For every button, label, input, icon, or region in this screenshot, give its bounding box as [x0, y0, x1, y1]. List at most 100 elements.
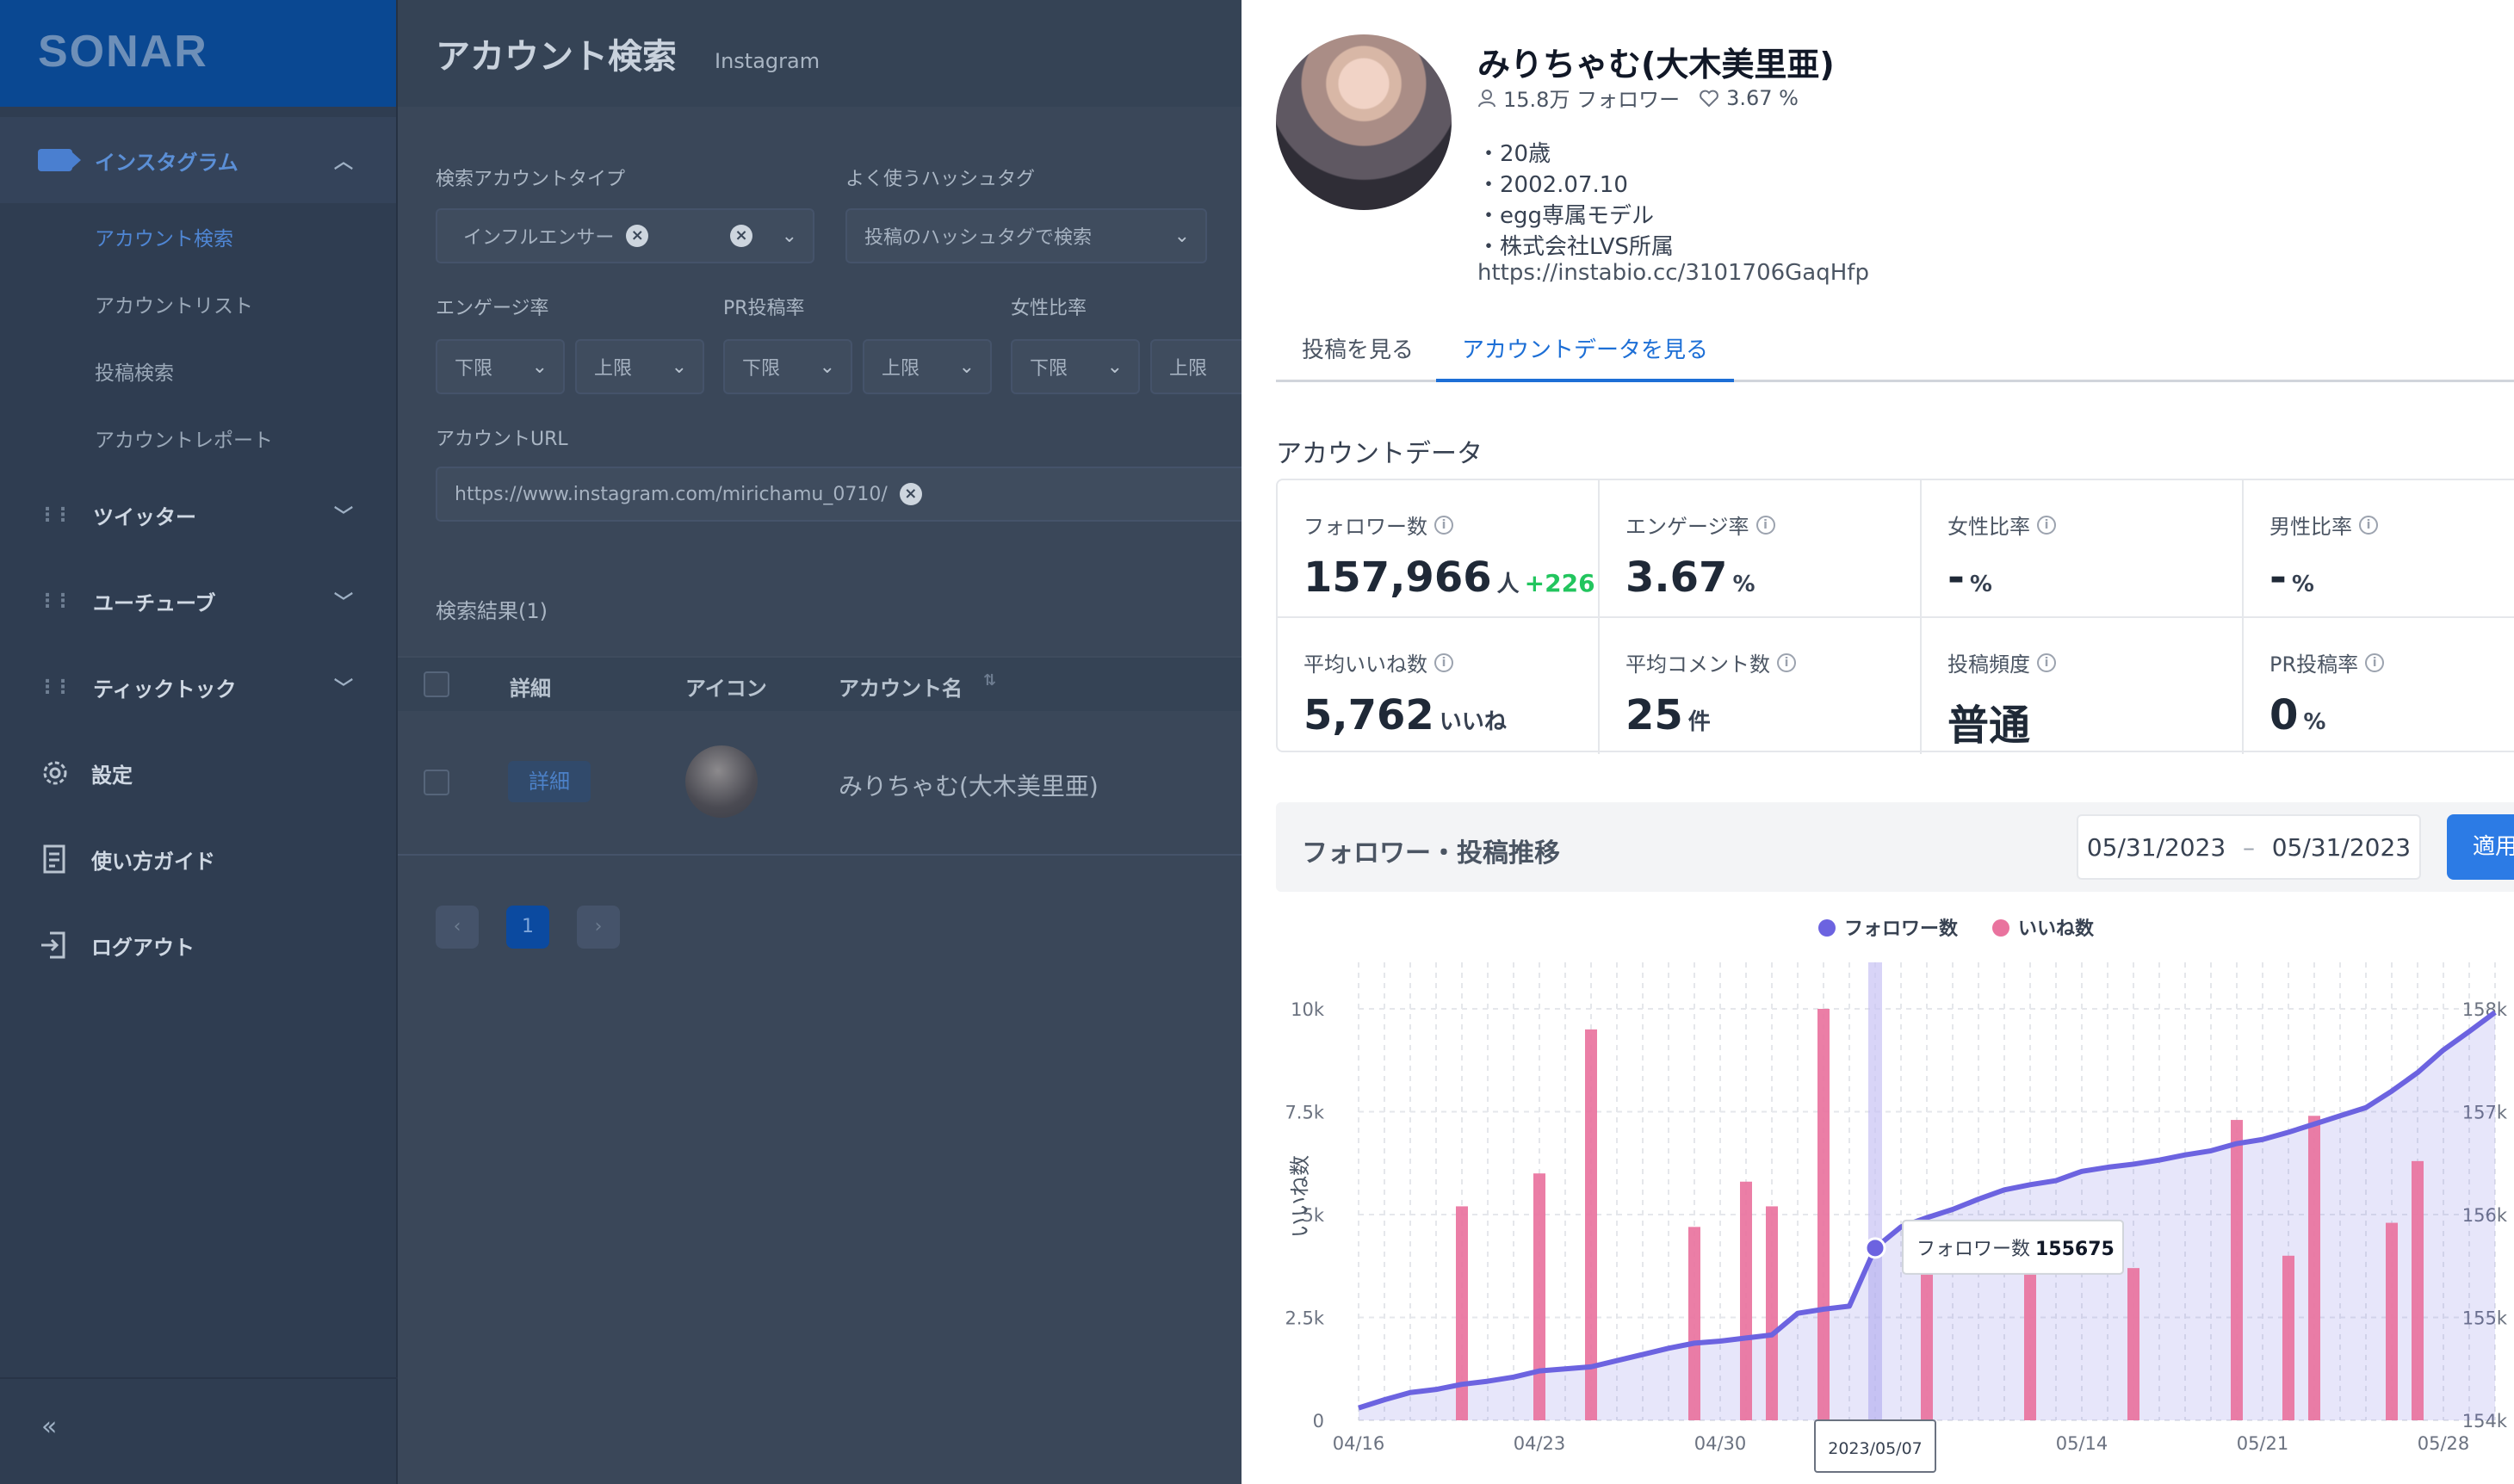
chevron-up-icon: ︿ [333, 151, 353, 173]
person-icon [1478, 89, 1495, 107]
select-all-checkbox[interactable] [424, 671, 449, 697]
drag-handle-icon[interactable]: ⋮⋮ [38, 591, 72, 612]
account-detail-panel: みりちゃむ(大木美里亜) 15.8万 フォロワー 3.67 % ・20歳 ・20… [1242, 0, 2514, 1484]
info-icon[interactable]: i [2037, 652, 2056, 672]
heart-icon [1700, 90, 1718, 107]
page-title: アカウント検索 [436, 37, 677, 77]
nav-twitter-label: ツイッター [93, 504, 196, 529]
nav-tiktok[interactable]: ⋮⋮ ティックトック ﹀ [0, 644, 396, 730]
chevron-down-icon: ⌄ [958, 356, 975, 378]
drag-handle-icon[interactable]: ⋮⋮ [38, 677, 72, 698]
pr-lower-select[interactable]: 下限 ⌄ [723, 339, 852, 394]
stat-value: 157,966 [1303, 553, 1492, 602]
account-type-select[interactable]: インフルエンサー × × ⌄ [436, 208, 814, 263]
likes-bar [2386, 1222, 2398, 1420]
info-icon[interactable]: i [1434, 652, 1453, 672]
stat-label-row: 投稿頻度 i [1947, 647, 2242, 677]
next-page-button[interactable]: › [577, 906, 620, 949]
nav-account-report[interactable]: アカウントレポート [0, 405, 396, 472]
chevron-down-icon: ⌄ [1106, 356, 1123, 378]
column-account-name[interactable]: アカウント名 [839, 671, 963, 702]
engagement-lower-select[interactable]: 下限 ⌄ [436, 339, 565, 394]
collapse-sidebar-button[interactable]: « [0, 1377, 398, 1484]
clear-icon[interactable]: × [730, 225, 752, 247]
detail-button[interactable]: 詳細 [508, 761, 591, 802]
female-upper-select[interactable]: 上限 [1150, 339, 1242, 394]
hashtag-label: よく使うハッシュタグ [845, 169, 1036, 190]
legend-likes-label: いいね数 [2018, 918, 2095, 940]
pr-rate-label: PR投稿率 [723, 298, 805, 319]
info-icon[interactable]: i [2359, 515, 2378, 535]
date-to[interactable]: 05/31/2023 [2272, 833, 2411, 862]
sidebar: SONAR インスタグラム ︿ アカウント検索 アカウントリスト 投稿検索 アカ… [0, 0, 398, 1484]
profile-followers: 15.8万 フォロワー [1503, 88, 1681, 112]
page-header: アカウント検索 Instagram [398, 0, 1242, 107]
chevron-down-icon: ﹀ [333, 592, 353, 614]
stat-value-row: 5,762 いいね [1303, 691, 1598, 739]
info-icon[interactable]: i [1755, 515, 1775, 535]
info-icon[interactable]: i [2037, 515, 2056, 535]
prev-page-button[interactable]: ‹ [436, 906, 479, 949]
profile-name: みりちゃむ(大木美里亜) [1477, 46, 1835, 83]
y-tick-left: 2.5k [1285, 1308, 1324, 1329]
nav-post-search[interactable]: 投稿検索 [0, 337, 396, 405]
info-icon[interactable]: i [2365, 652, 2385, 672]
nav-logout-label: ログアウト [91, 935, 195, 960]
stat-unit: 人 [1496, 572, 1520, 597]
date-range-picker[interactable]: 05/31/2023 – 05/31/2023 [2077, 814, 2421, 880]
main-content: アカウント検索 Instagram 検索アカウントタイプ インフルエンサー × … [398, 0, 1242, 1484]
engagement-upper-select[interactable]: 上限 ⌄ [575, 339, 704, 394]
apply-button[interactable]: 適用 [2447, 814, 2514, 880]
female-lower-select[interactable]: 下限 ⌄ [1011, 339, 1140, 394]
table-row: 詳細 みりちゃむ(大木美里亜) [398, 711, 1242, 856]
nav-guide[interactable]: 使い方ガイド [0, 816, 396, 902]
stat-value: 5,762 [1303, 691, 1434, 739]
row-checkbox[interactable] [424, 770, 449, 795]
tab-posts[interactable]: 投稿を見る [1302, 332, 1414, 382]
nav-account-search[interactable]: アカウント検索 [0, 203, 396, 270]
results-count: 検索結果(1) [436, 599, 548, 623]
nav-youtube[interactable]: ⋮⋮ ユーチューブ ﹀ [0, 558, 396, 644]
remove-tag-icon[interactable]: × [626, 225, 649, 247]
tab-account-data[interactable]: アカウントデータを見る [1436, 332, 1735, 382]
y-tick-left: 0 [1313, 1411, 1324, 1431]
engagement-label: エンゲージ率 [436, 298, 549, 319]
logo-bar: SONAR [0, 0, 396, 107]
stat-delta: +226 [1524, 569, 1595, 597]
nav-settings[interactable]: 設定 [0, 730, 396, 816]
info-icon[interactable]: i [1777, 652, 1796, 672]
likes-bar [1688, 1227, 1700, 1420]
stat-label: 平均コメント数 [1625, 652, 1770, 677]
clear-url-icon[interactable]: × [899, 483, 922, 505]
sort-icon[interactable]: ⇅ [983, 671, 996, 689]
info-icon[interactable]: i [1434, 515, 1453, 535]
nav-twitter[interactable]: ⋮⋮ ツイッター ﹀ [0, 472, 396, 558]
likes-bar [1585, 1029, 1597, 1420]
hashtag-select[interactable]: 投稿のハッシュタグで検索 ⌄ [845, 208, 1207, 263]
nav-account-list[interactable]: アカウントリスト [0, 270, 396, 337]
account-url-input[interactable]: https://www.instagram.com/mirichamu_0710… [436, 467, 1242, 522]
nav-instagram[interactable]: インスタグラム ︿ [0, 117, 396, 203]
logo[interactable]: SONAR [38, 26, 396, 77]
stat-cell: 平均コメント数 i 25 件 [1600, 618, 1922, 754]
account-name[interactable]: みりちゃむ(大木美里亜) [839, 768, 1099, 802]
stat-label-row: 女性比率 i [1947, 510, 2242, 540]
stat-label-row: PR投稿率 i [2269, 647, 2514, 677]
stat-value-row: -% [1947, 553, 2242, 602]
chevron-down-icon: ﹀ [333, 506, 353, 528]
bio-link[interactable]: https://instabio.cc/3101706GaqHfp [1477, 260, 1869, 286]
lower-label: 下限 [1030, 358, 1068, 380]
pr-upper-select[interactable]: 上限 ⌄ [863, 339, 992, 394]
x-tick: 05/14 [2056, 1433, 2108, 1454]
tooltip-point [1864, 1237, 1886, 1259]
avatar [685, 745, 758, 818]
chevron-down-icon: ⌄ [781, 225, 797, 247]
y-axis-title-left: いいね数 [1288, 1155, 1312, 1238]
nav-logout[interactable]: ログアウト [0, 902, 396, 988]
stat-value: 0 [2269, 691, 2299, 739]
chevron-down-icon: ⌄ [819, 356, 835, 378]
drag-handle-icon[interactable]: ⋮⋮ [38, 504, 72, 526]
date-from[interactable]: 05/31/2023 [2087, 833, 2226, 862]
page-1-button[interactable]: 1 [506, 906, 549, 949]
stat-value: 3.67 [1625, 553, 1728, 602]
